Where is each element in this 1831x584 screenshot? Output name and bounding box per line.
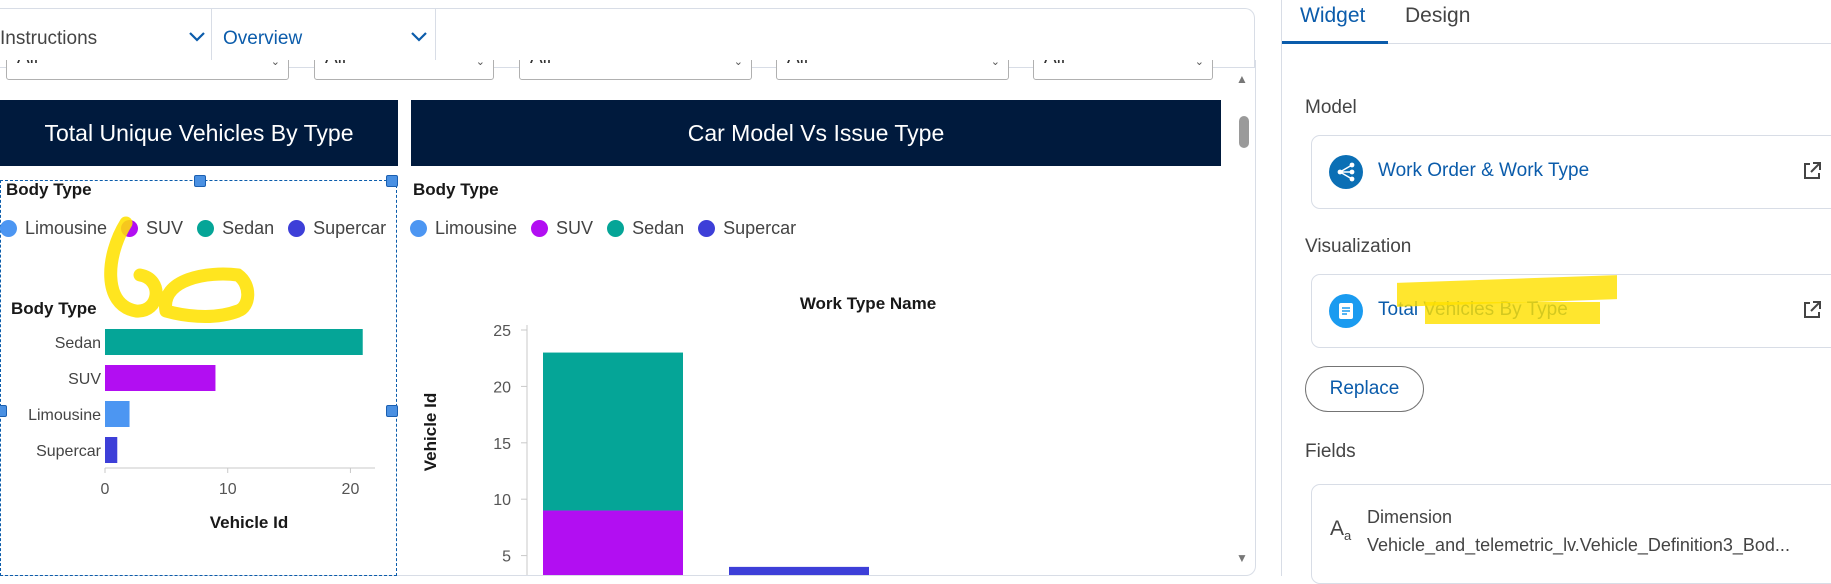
y-tick-label: 20 xyxy=(493,379,511,396)
fields-label: Fields xyxy=(1305,441,1356,462)
tab-label: Instructions xyxy=(0,28,98,49)
resize-handle[interactable] xyxy=(194,175,206,187)
active-tab-indicator xyxy=(1282,41,1388,44)
y-tick-label: 25 xyxy=(493,323,511,340)
scrollbar-thumb[interactable] xyxy=(1239,116,1249,148)
filter-value: All xyxy=(17,60,38,68)
legend-swatch xyxy=(531,220,549,237)
widget-title-banner: Car Model Vs Issue Type xyxy=(411,100,1221,166)
chevron-down-icon: ⌄ xyxy=(1194,60,1204,68)
chevron-down-icon[interactable] xyxy=(410,31,428,43)
chevron-down-icon: ⌄ xyxy=(733,60,743,68)
dashboard-scrollbar[interactable]: ▲ ▼ xyxy=(1233,70,1255,570)
visualization-label: Visualization xyxy=(1305,236,1412,257)
y-tick-label: 15 xyxy=(493,436,511,453)
widget-title: Total Unique Vehicles By Type xyxy=(44,119,354,146)
scroll-up-icon[interactable]: ▲ xyxy=(1236,72,1248,86)
tab-label: Overview xyxy=(223,28,303,49)
tab-design[interactable]: Design xyxy=(1405,4,1470,28)
legend: Limousine SUV Sedan Supercar xyxy=(410,218,810,239)
legend-label: Limousine xyxy=(25,218,108,238)
bar xyxy=(105,401,130,427)
pen-annotation-scribble xyxy=(104,216,255,323)
chevron-down-icon: ⌄ xyxy=(475,60,485,68)
x-tick-label: 0 xyxy=(101,481,110,498)
resize-handle[interactable] xyxy=(386,175,398,187)
x-tick-label: 20 xyxy=(342,481,360,498)
legend-item[interactable]: SUV xyxy=(531,218,593,239)
bar xyxy=(105,365,216,391)
filter-dropdown[interactable]: All ⌄ xyxy=(776,60,1009,80)
legend-label: Sedan xyxy=(632,218,685,238)
y-axis-title: Vehicle Id xyxy=(421,393,440,471)
filter-dropdown[interactable]: All ⌄ xyxy=(519,60,752,80)
category-tick-label: Limousine xyxy=(28,407,101,424)
chevron-down-icon: ⌄ xyxy=(270,60,280,68)
report-icon xyxy=(1329,294,1363,328)
scroll-down-icon[interactable]: ▼ xyxy=(1236,551,1248,565)
bar-segment xyxy=(543,510,683,575)
legend-swatch xyxy=(288,220,306,237)
widget-title-banner: Total Unique Vehicles By Type xyxy=(0,100,398,166)
external-link-icon[interactable] xyxy=(1801,299,1823,321)
legend-swatch xyxy=(410,220,427,237)
panel-divider xyxy=(1281,0,1282,576)
filter-value: All xyxy=(1044,60,1065,68)
model-link[interactable]: Work Order & Work Type xyxy=(1378,160,1589,182)
category-axis-title: Body Type xyxy=(11,299,97,318)
external-link-icon[interactable] xyxy=(1801,160,1823,182)
legend-swatch xyxy=(0,220,17,237)
filter-dropdown[interactable]: All ⌄ xyxy=(6,60,289,80)
legend-label: Supercar xyxy=(313,218,387,238)
filter-dropdown[interactable]: All ⌄ xyxy=(1033,60,1213,80)
legend-title: Body Type xyxy=(413,180,499,199)
tab-widget[interactable]: Widget xyxy=(1300,4,1365,28)
category-tick-label: Sedan xyxy=(55,335,101,352)
y-tick-label: 5 xyxy=(502,549,511,566)
legend-label: SUV xyxy=(556,218,594,238)
category-tick-label: SUV xyxy=(68,371,101,388)
legend-label: Supercar xyxy=(723,218,797,238)
model-label: Model xyxy=(1305,97,1357,118)
widget-title: Car Model Vs Issue Type xyxy=(687,119,945,146)
chevron-down-icon[interactable] xyxy=(188,31,206,43)
filter-value: All xyxy=(530,60,551,68)
legend-item[interactable]: Sedan xyxy=(607,218,684,239)
filter-value: All xyxy=(325,60,346,68)
pen-annotation-highlight xyxy=(1425,302,1600,324)
bar-segment xyxy=(729,566,869,575)
legend-item[interactable]: Supercar xyxy=(698,218,796,239)
legend-item[interactable]: Limousine xyxy=(410,218,517,239)
x-axis-title: Vehicle Id xyxy=(210,513,288,532)
text-field-icon: Aa xyxy=(1330,517,1352,544)
bar xyxy=(105,437,118,463)
chart-title: Work Type Name xyxy=(800,294,936,313)
legend-item[interactable]: Limousine xyxy=(0,218,107,239)
filter-value: All xyxy=(787,60,808,68)
y-tick-label: 10 xyxy=(493,492,511,509)
model-card[interactable]: Work Order & Work Type xyxy=(1311,135,1831,209)
dashboard-tabs-bar: Instructions Overview xyxy=(0,8,1255,69)
field-type: Dimension xyxy=(1367,507,1453,527)
legend-swatch xyxy=(698,220,716,237)
legend-title: Body Type xyxy=(6,180,92,199)
bar-segment xyxy=(543,352,683,511)
dataset-icon xyxy=(1329,155,1363,189)
legend-swatch xyxy=(607,220,625,237)
replace-button[interactable]: Replace xyxy=(1305,366,1424,412)
stacked-column-chart: Work Type Name 5 10 15 20 25 Vehicle Id xyxy=(421,294,936,575)
legend-label: Limousine xyxy=(435,218,518,238)
filter-bar: All ⌄ All ⌄ All ⌄ All ⌄ All ⌄ xyxy=(0,60,1228,84)
chevron-down-icon: ⌄ xyxy=(990,60,1000,68)
category-tick-label: Supercar xyxy=(36,443,102,460)
x-tick-label: 10 xyxy=(219,481,237,498)
field-name: Vehicle_and_telemetric_lv.Vehicle_Defini… xyxy=(1367,535,1790,555)
filter-dropdown[interactable]: All ⌄ xyxy=(314,60,494,80)
legend-item[interactable]: Supercar xyxy=(288,218,386,239)
field-card[interactable]: Aa Dimension Vehicle_and_telemetric_lv.V… xyxy=(1311,484,1831,584)
